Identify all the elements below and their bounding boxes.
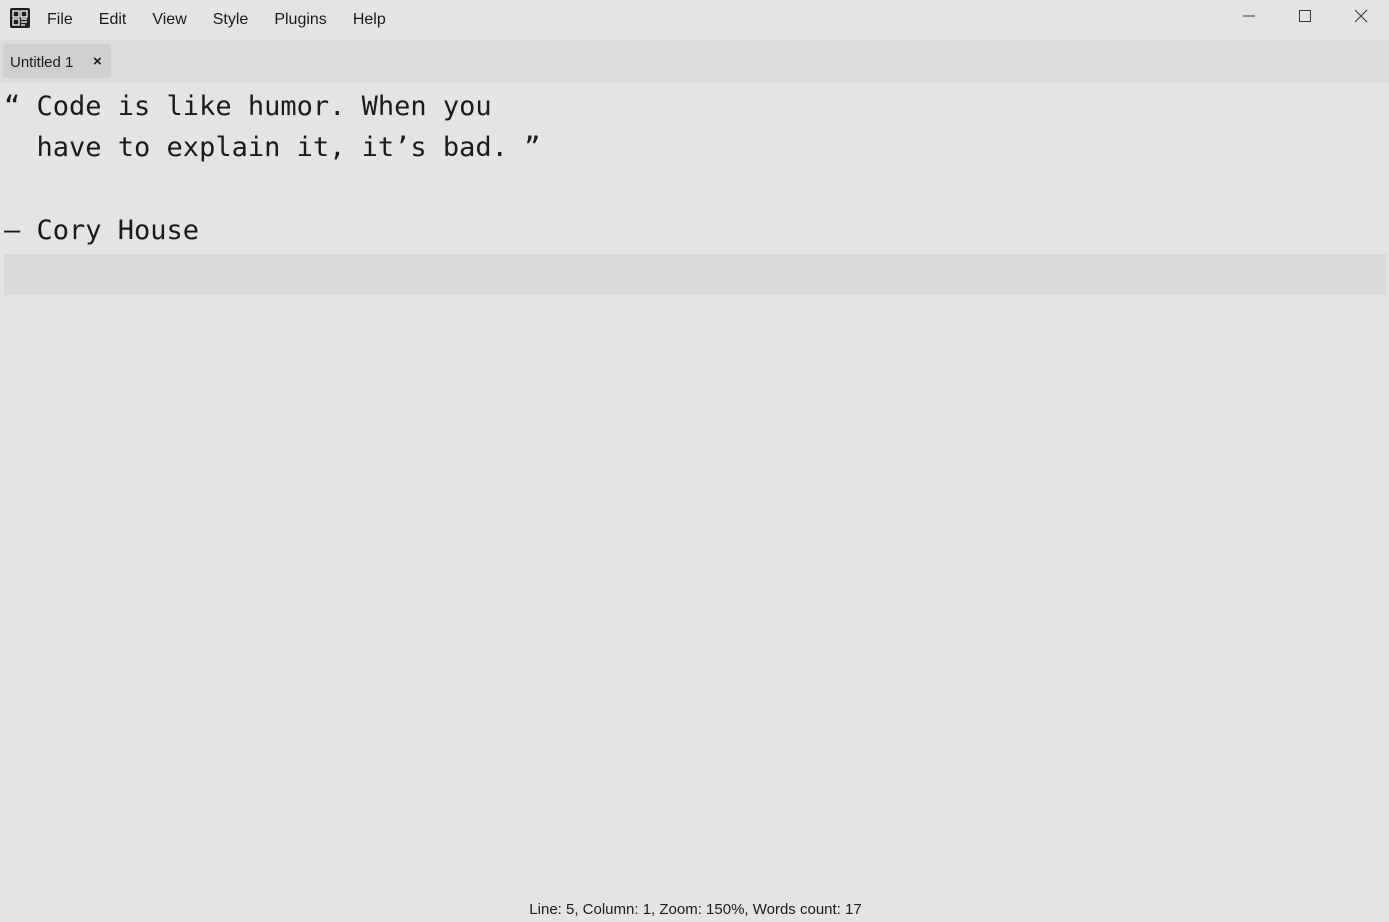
tab-untitled-1[interactable]: Untitled 1 × xyxy=(3,44,111,78)
status-bar: Line: 5, Column: 1, Zoom: 150%, Words co… xyxy=(0,895,1389,922)
menu-plugins[interactable]: Plugins xyxy=(261,0,339,40)
tab-close-icon[interactable]: × xyxy=(93,44,102,80)
minimize-icon xyxy=(1242,9,1256,28)
menu-style[interactable]: Style xyxy=(200,0,262,40)
editor-line-2: have to explain it, it’s bad. ” xyxy=(4,132,541,163)
maximize-button[interactable] xyxy=(1277,0,1333,36)
menu-help[interactable]: Help xyxy=(340,0,399,40)
editor-line-1: “ Code is like humor. When you xyxy=(4,91,492,122)
app-logo-icon xyxy=(10,8,30,28)
text-editor[interactable]: “ Code is like humor. When you have to e… xyxy=(0,83,1389,895)
menu-file[interactable]: File xyxy=(34,0,86,40)
maximize-icon xyxy=(1298,9,1312,28)
menu-view[interactable]: View xyxy=(139,0,199,40)
window-controls xyxy=(1221,0,1389,36)
menu-edit[interactable]: Edit xyxy=(86,0,140,40)
close-icon xyxy=(1354,9,1368,28)
close-button[interactable] xyxy=(1333,0,1389,36)
tab-bar: Untitled 1 × xyxy=(0,40,1389,83)
editor-line-4: – Cory House xyxy=(4,215,200,246)
title-bar: File Edit View Style Plugins Help xyxy=(0,0,1389,40)
status-text: Line: 5, Column: 1, Zoom: 150%, Words co… xyxy=(529,901,862,918)
app-window: File Edit View Style Plugins Help Untitl… xyxy=(0,0,1389,922)
current-line-highlight xyxy=(4,254,1387,295)
menu-bar: File Edit View Style Plugins Help xyxy=(34,0,399,40)
tab-label: Untitled 1 xyxy=(10,54,74,71)
minimize-button[interactable] xyxy=(1221,0,1277,36)
